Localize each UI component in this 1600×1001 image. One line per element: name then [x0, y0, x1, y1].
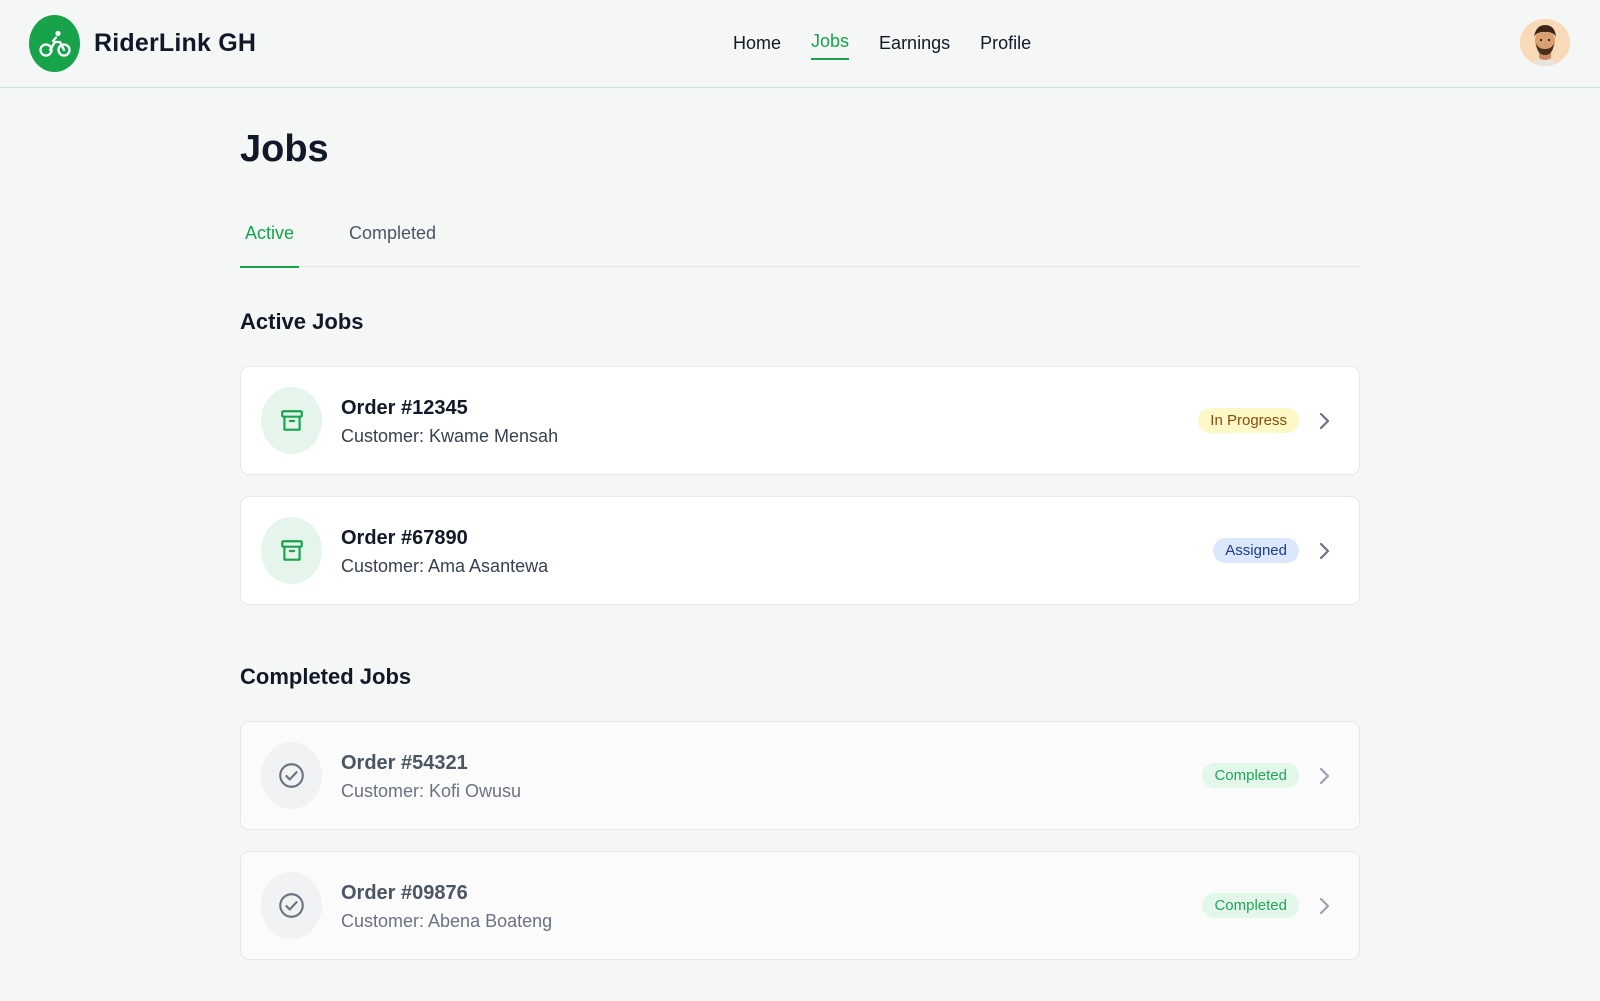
brand[interactable]: RiderLink GH [29, 15, 256, 72]
chevron-right-icon [1319, 767, 1330, 785]
job-order-number: Order #67890 [341, 527, 468, 549]
chevron-right-icon [1319, 542, 1330, 560]
check-circle-icon [261, 872, 322, 939]
active-jobs-heading: Active Jobs [240, 309, 364, 334]
status-badge: In Progress [1198, 408, 1299, 433]
tab-active[interactable]: Active [240, 208, 300, 268]
status-badge: Completed [1202, 893, 1299, 918]
chevron-right-icon [1319, 412, 1330, 430]
job-order-number: Order #54321 [341, 752, 468, 774]
chevron-right-icon [1319, 897, 1330, 915]
jobs-tabs: Active Completed [240, 208, 1360, 268]
job-customer: Customer: Ama Asantewa [341, 556, 549, 576]
completed-jobs-heading: Completed Jobs [240, 664, 412, 689]
tab-completed[interactable]: Completed [349, 208, 436, 267]
status-badge: Assigned [1213, 538, 1299, 563]
job-card[interactable]: Order #54321 Customer: Kofi Owusu Comple… [240, 721, 1360, 830]
nav-home[interactable]: Home [733, 0, 781, 88]
job-customer: Customer: Kwame Mensah [341, 426, 559, 446]
archive-box-icon [261, 517, 322, 584]
user-avatar[interactable] [1520, 19, 1570, 66]
bicycle-icon [29, 15, 80, 72]
nav-earnings[interactable]: Earnings [879, 0, 950, 88]
page-title: Jobs [240, 128, 329, 170]
job-customer: Customer: Kofi Owusu [341, 781, 522, 801]
job-card[interactable]: Order #12345 Customer: Kwame Mensah In P… [240, 366, 1360, 475]
status-badge: Completed [1202, 763, 1299, 788]
job-customer: Customer: Abena Boateng [341, 911, 553, 931]
check-circle-icon [261, 742, 322, 809]
job-order-number: Order #09876 [341, 882, 468, 904]
job-card[interactable]: Order #09876 Customer: Abena Boateng Com… [240, 851, 1360, 960]
main-nav: Home Jobs Earnings Profile [733, 0, 1061, 88]
job-card[interactable]: Order #67890 Customer: Ama Asantewa Assi… [240, 496, 1360, 605]
top-navigation-bar: RiderLink GH Home Jobs Earnings Profile [0, 0, 1600, 88]
job-order-number: Order #12345 [341, 397, 468, 419]
nav-profile[interactable]: Profile [980, 0, 1031, 88]
nav-jobs[interactable]: Jobs [811, 0, 850, 88]
archive-box-icon [261, 387, 322, 454]
app-name: RiderLink GH [94, 29, 257, 57]
